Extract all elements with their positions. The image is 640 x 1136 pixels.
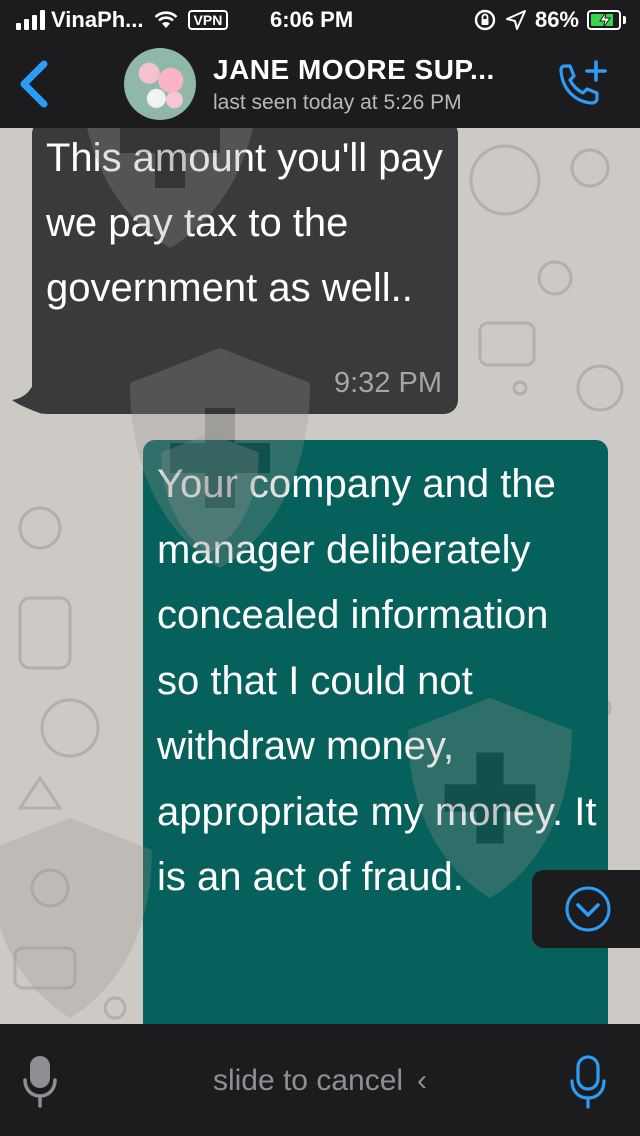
contact-name[interactable]: JANE MOORE SUP... [213, 54, 495, 86]
incoming-message-bubble[interactable]: This amount you'll pay we pay tax to the… [32, 128, 458, 414]
voice-recording-bar: slide to cancel ‹ [0, 1024, 640, 1136]
screen-lock-rotation-icon [474, 9, 496, 31]
last-seen-status: last seen today at 5:26 PM [213, 91, 462, 114]
wifi-icon [154, 11, 177, 28]
status-bar: VinaPh... VPN 6:06 PM 86% [0, 0, 640, 40]
battery-charging-icon [587, 10, 626, 30]
chevron-down-circle-icon [565, 886, 611, 932]
avatar[interactable] [124, 48, 196, 120]
message-timestamp: 9:32 PM [334, 367, 442, 399]
signal-bars-icon [16, 10, 45, 30]
incoming-message-text: This amount you'll pay we pay tax to the… [46, 136, 443, 310]
chat-area[interactable]: This amount you'll pay we pay tax to the… [0, 128, 640, 1024]
back-chevron-icon[interactable] [14, 58, 54, 110]
slide-to-cancel[interactable]: slide to cancel ‹ [0, 1064, 640, 1098]
vpn-badge: VPN [187, 10, 229, 30]
location-arrow-icon [505, 10, 526, 30]
outgoing-message-text: Your company and the manager deliberatel… [157, 462, 597, 899]
add-call-icon[interactable] [552, 58, 608, 110]
carrier-name: VinaPh... [51, 7, 144, 32]
battery-percent: 86% [534, 7, 579, 32]
chat-header: JANE MOORE SUP... last seen today at 5:2… [0, 40, 640, 128]
microphone-active-icon[interactable] [568, 1054, 608, 1110]
status-time: 6:06 PM [270, 7, 354, 32]
slide-to-cancel-label: slide to cancel [212, 1064, 404, 1097]
scroll-to-bottom-button[interactable] [532, 870, 640, 948]
chevron-left-icon: ‹ [417, 1064, 428, 1097]
